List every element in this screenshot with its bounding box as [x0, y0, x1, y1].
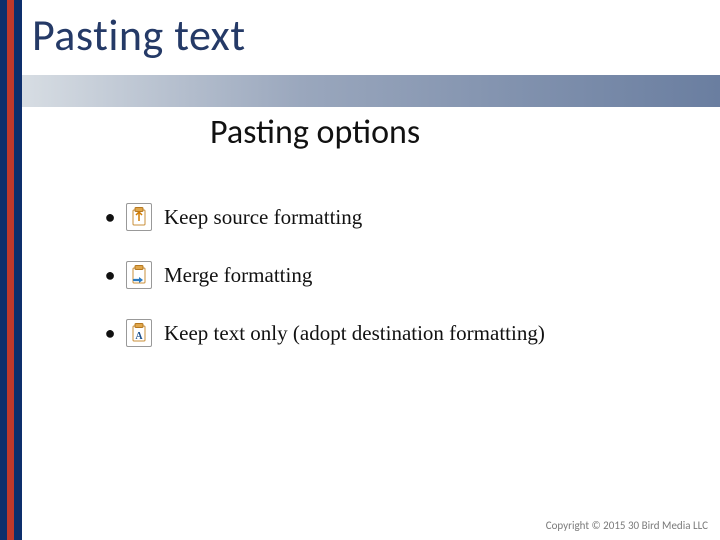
- list-item-label: Merge formatting: [164, 263, 312, 288]
- svg-text:A: A: [135, 331, 143, 342]
- left-accent-red-stripe: [7, 0, 14, 540]
- slide-subtitle: Pasting options: [210, 112, 420, 153]
- header-gradient-stripe: [22, 75, 720, 107]
- bullet-icon: ●: [100, 323, 120, 344]
- list-item: ● Keep source formatting: [100, 188, 545, 246]
- keep-source-formatting-icon: [126, 203, 152, 231]
- list-item: ● A Keep text only (adopt destination fo…: [100, 304, 545, 362]
- copyright-footer: Copyright © 2015 30 Bird Media LLC: [546, 519, 708, 532]
- list-item-label: Keep text only (adopt destination format…: [164, 321, 545, 346]
- list-item-label: Keep source formatting: [164, 205, 362, 230]
- options-list: ● Keep source formatting ● Merge formatt…: [100, 188, 545, 362]
- keep-text-only-icon: A: [126, 319, 152, 347]
- bullet-icon: ●: [100, 207, 120, 228]
- left-accent-bar: [0, 0, 22, 540]
- merge-formatting-icon: [126, 261, 152, 289]
- bullet-icon: ●: [100, 265, 120, 286]
- list-item: ● Merge formatting: [100, 246, 545, 304]
- slide-title: Pasting text: [32, 8, 246, 62]
